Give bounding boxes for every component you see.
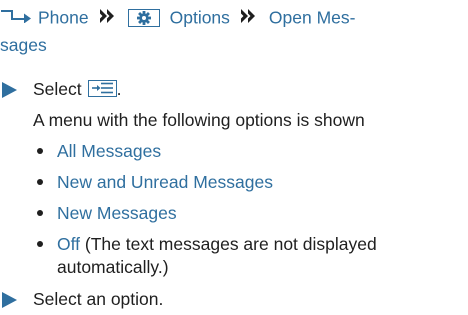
gear-icon [136, 10, 151, 25]
breadcrumb-open-messages-continued[interactable]: sages [0, 34, 47, 56]
bullet-dot [37, 179, 43, 185]
step-text-period: . [116, 79, 122, 99]
breadcrumb: Phone Options Open Mes- [0, 2, 468, 36]
option-new-messages[interactable]: New Messages [57, 202, 177, 224]
option-new-and-unread-messages[interactable]: New and Unread Messages [57, 171, 273, 193]
double-chevron-right-icon [240, 2, 257, 33]
triangle-right-icon [2, 291, 18, 313]
menu-list-icon [91, 82, 113, 94]
menu-button[interactable] [87, 80, 117, 97]
step-text: Select [33, 79, 82, 99]
breadcrumb-open-messages-link[interactable]: Open Mes- [269, 8, 356, 28]
bullet-dot [37, 210, 43, 216]
triangle-right-icon [2, 81, 18, 103]
breadcrumb-phone-link[interactable]: Phone [38, 8, 89, 28]
phone-nav-arrow-icon [0, 2, 34, 33]
option-off-note: (The text messages are not displayed [80, 234, 377, 254]
breadcrumb-options-link[interactable]: Options [170, 8, 230, 28]
description-text: A menu with the following options is sho… [33, 110, 365, 130]
bullet-dot [37, 148, 43, 154]
double-chevron-right-icon [99, 2, 116, 33]
option-off-note-continued: automatically.) [57, 257, 169, 277]
bullet-dot [37, 241, 43, 247]
option-off[interactable]: Off [57, 234, 80, 254]
options-button[interactable] [127, 8, 160, 27]
option-off-row: Off (The text messages are not displayed [57, 233, 377, 255]
option-all-messages[interactable]: All Messages [57, 140, 161, 162]
step-text: Select an option. [33, 289, 164, 309]
